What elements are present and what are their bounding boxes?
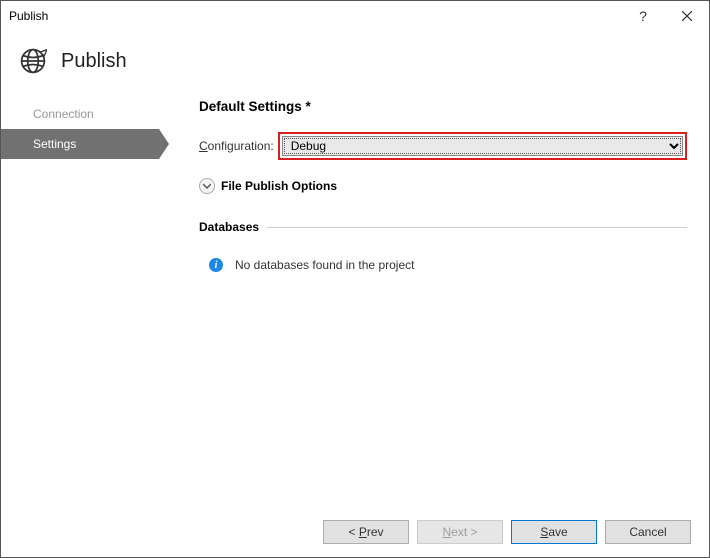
dialog-header: Publish <box>1 31 709 99</box>
cancel-button[interactable]: Cancel <box>605 520 691 544</box>
dialog-footer: < Prev Next > Save Cancel <box>1 507 709 557</box>
page-title: Publish <box>61 50 127 73</box>
configuration-row: Configuration: Debug <box>199 132 687 160</box>
configuration-label: Configuration: <box>199 139 274 153</box>
sidebar-item-connection[interactable]: Connection <box>1 99 159 129</box>
save-button[interactable]: Save <box>511 520 597 544</box>
configuration-select[interactable]: Debug <box>282 136 683 156</box>
next-button: Next > <box>417 520 503 544</box>
title-bar: Publish ? <box>1 1 709 31</box>
settings-panel: Default Settings * Configuration: Debug … <box>159 99 709 499</box>
sidebar-item-settings[interactable]: Settings <box>1 129 159 159</box>
help-button[interactable]: ? <box>621 1 665 31</box>
window-title: Publish <box>9 9 48 23</box>
globe-icon <box>19 47 47 75</box>
prev-button[interactable]: < Prev <box>323 520 409 544</box>
close-button[interactable] <box>665 1 709 31</box>
expander-label: File Publish Options <box>221 179 337 193</box>
section-title: Default Settings * <box>199 99 687 114</box>
file-publish-options-expander[interactable]: File Publish Options <box>199 178 687 194</box>
info-icon: i <box>209 258 223 272</box>
chevron-down-icon <box>199 178 215 194</box>
close-icon <box>682 11 692 21</box>
wizard-sidebar: Connection Settings <box>1 99 159 499</box>
databases-label: Databases <box>199 220 259 234</box>
databases-section-header: Databases <box>199 220 687 234</box>
help-icon: ? <box>639 8 647 24</box>
sidebar-item-label: Settings <box>33 137 76 151</box>
databases-message: No databases found in the project <box>235 258 414 272</box>
sidebar-item-label: Connection <box>33 107 94 121</box>
divider <box>267 227 687 228</box>
databases-message-row: i No databases found in the project <box>199 258 687 272</box>
configuration-highlight: Debug <box>278 132 687 160</box>
